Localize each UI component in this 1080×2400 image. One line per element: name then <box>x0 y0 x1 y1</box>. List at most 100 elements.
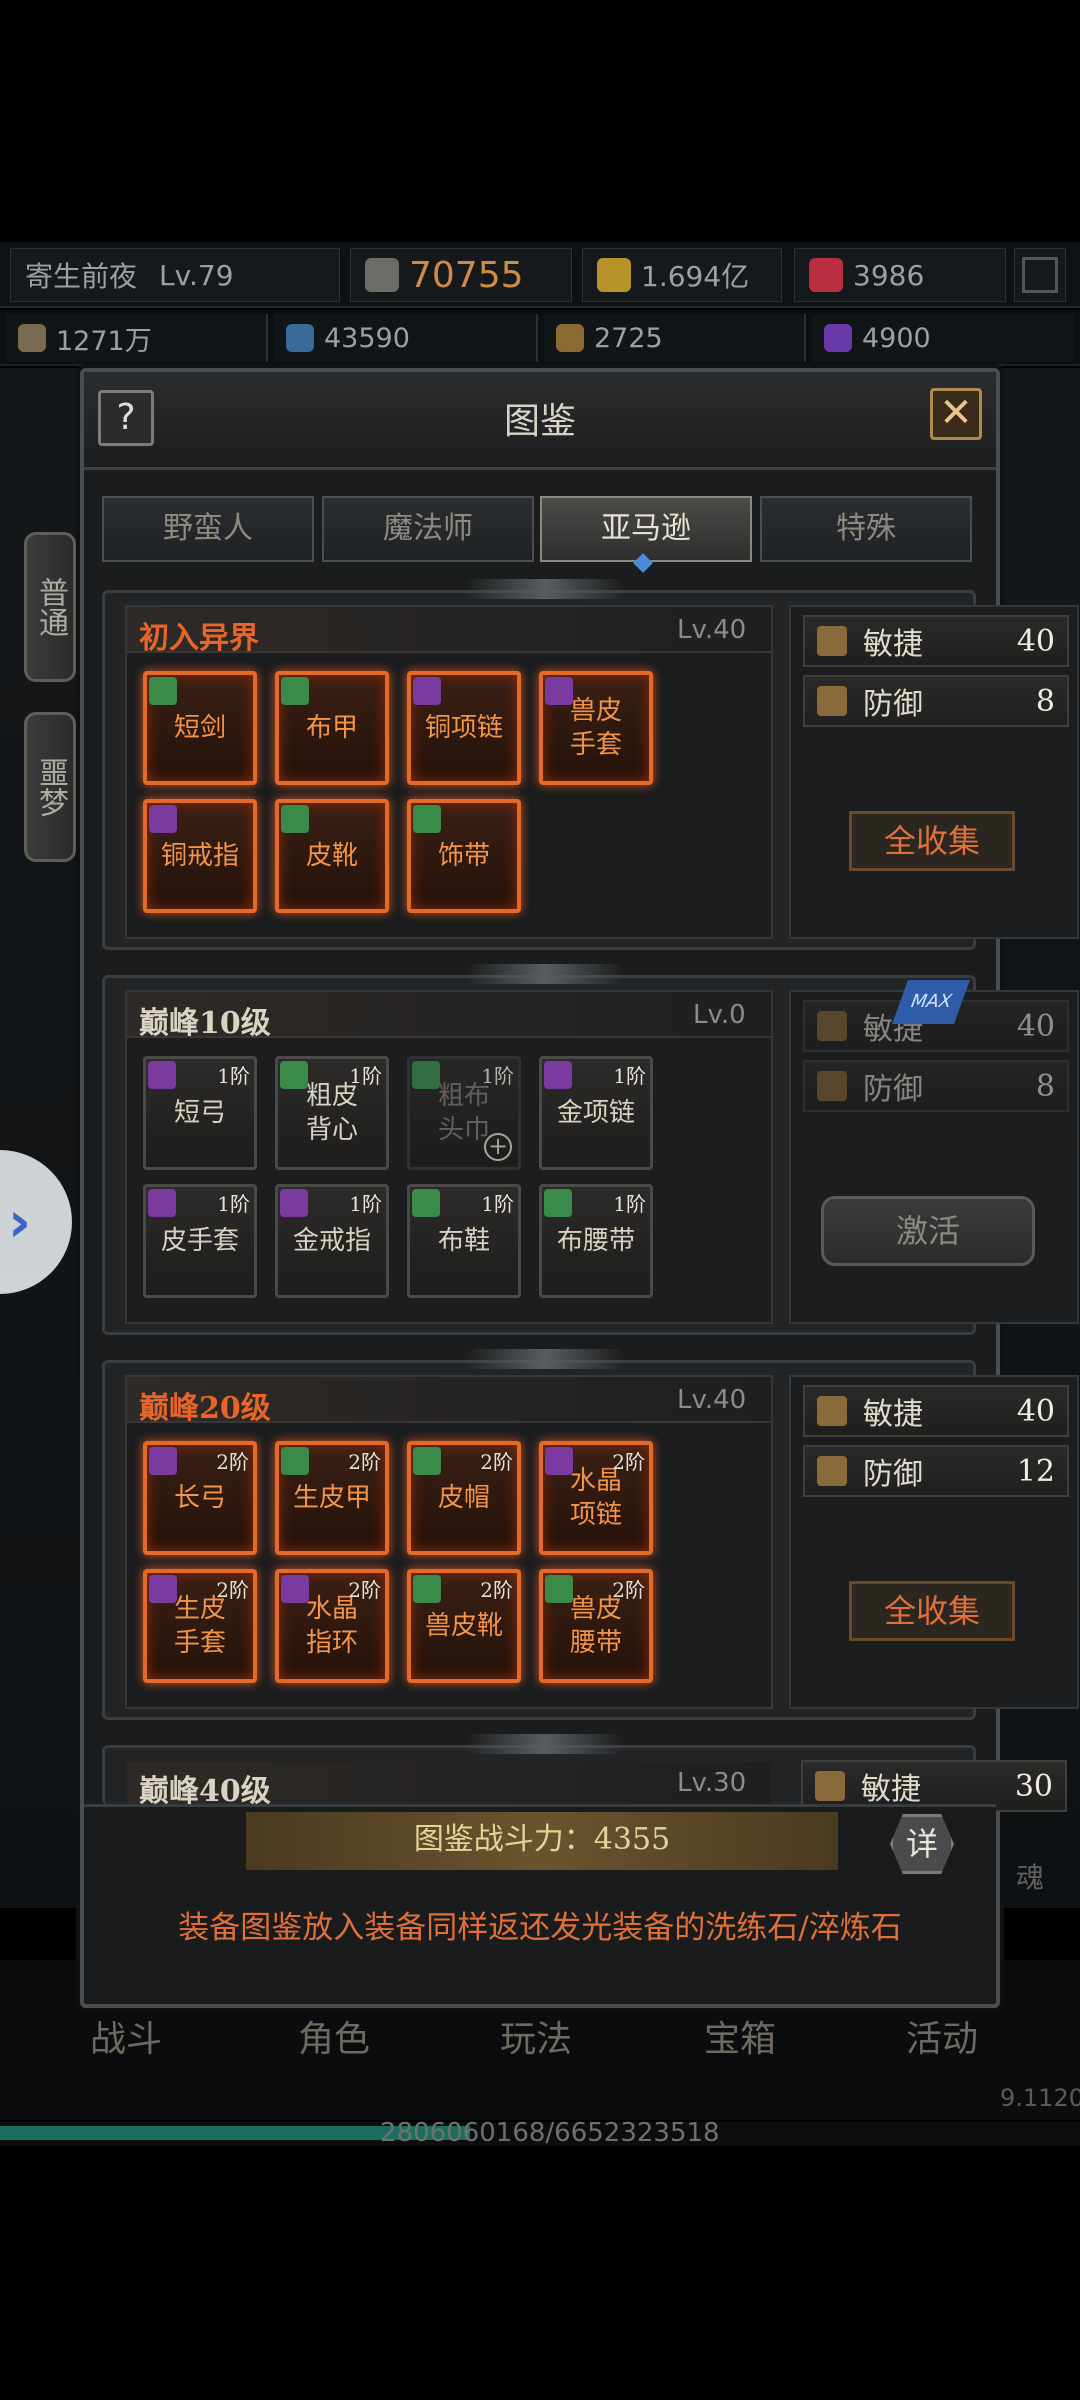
gold-value: 1.694亿 <box>641 260 750 293</box>
combat-power-value: 70755 <box>409 254 524 296</box>
equip-name: 皮帽 <box>437 1483 490 1513</box>
equip-type-icon <box>545 1447 573 1475</box>
equip-slot-empty[interactable]: 1阶 粗布 头巾 + <box>407 1056 521 1170</box>
menu-button[interactable] <box>1014 248 1066 302</box>
section-stats-panel: 敏捷 40 防御 12 全收集 <box>789 1375 1079 1709</box>
equip-slot[interactable]: 1阶 布鞋 <box>407 1184 521 1298</box>
nav-activity[interactable]: 活动 <box>906 2010 978 2062</box>
resource-shield: 1271万 <box>6 314 268 362</box>
equip-slot[interactable]: 布甲 <box>275 671 389 785</box>
resource-value: 43590 <box>324 322 410 354</box>
resource-crystal: 43590 <box>274 314 538 362</box>
fist-icon <box>815 1771 845 1801</box>
equip-name: 兽皮 手套 <box>569 696 622 760</box>
equip-type-icon <box>413 1447 441 1475</box>
equip-slot[interactable]: 铜戒指 <box>143 799 257 913</box>
equip-type-icon <box>544 1061 572 1089</box>
equip-type-icon <box>281 1447 309 1475</box>
nav-chest[interactable]: 宝箱 <box>704 2010 776 2062</box>
shield-icon <box>18 324 46 352</box>
equip-slot[interactable]: 2阶 长弓 <box>143 1441 257 1555</box>
nav-character[interactable]: 角色 <box>298 2010 370 2062</box>
equip-slot[interactable]: 2阶 生皮甲 <box>275 1441 389 1555</box>
add-icon[interactable]: + <box>484 1133 512 1161</box>
equip-tier: 1阶 <box>481 1064 514 1088</box>
detail-button[interactable]: 详 <box>890 1814 954 1874</box>
equip-slot[interactable]: 皮靴 <box>275 799 389 913</box>
codex-section: 巅峰40级 Lv.30 敏捷 30 <box>102 1734 1067 1812</box>
tab-barbarian[interactable]: 野蛮人 <box>102 496 314 562</box>
equip-slot[interactable]: 1阶 布腰带 <box>539 1184 653 1298</box>
equip-slot[interactable]: 兽皮 手套 <box>539 671 653 785</box>
equip-name: 生皮甲 <box>292 1483 371 1513</box>
player-info[interactable]: 寄生前夜 Lv.79 <box>10 248 340 302</box>
equip-type-icon <box>281 1575 309 1603</box>
equip-tier: 1阶 <box>217 1192 250 1216</box>
equip-type-icon <box>412 1189 440 1217</box>
chevron-right-icon: › <box>8 1190 32 1255</box>
player-name: 寄生前夜 <box>25 260 138 293</box>
tab-special[interactable]: 特殊 <box>760 496 972 562</box>
equip-type-icon <box>281 677 309 705</box>
gem-display[interactable]: 3986 <box>794 248 1006 302</box>
equip-name: 金戒指 <box>292 1226 371 1256</box>
exp-progress-text: 2806060168/6652323518 <box>380 2118 720 2148</box>
stat-label: 防御 <box>863 1072 923 1107</box>
equip-type-icon <box>412 1061 440 1089</box>
shield-icon <box>817 1456 847 1486</box>
equip-slot[interactable]: 2阶 水晶 项链 <box>539 1441 653 1555</box>
tab-amazon[interactable]: 亚马逊 <box>540 496 752 562</box>
equip-slot[interactable]: 饰带 <box>407 799 521 913</box>
stat-value: 8 <box>1035 1068 1055 1104</box>
close-button[interactable]: ✕ <box>930 388 982 440</box>
activate-button[interactable]: 激活 <box>821 1196 1035 1266</box>
emblem-icon <box>556 324 584 352</box>
equip-slot[interactable]: 短剑 <box>143 671 257 785</box>
collect-all-button[interactable]: 全收集 <box>849 811 1015 871</box>
equip-slot[interactable]: 2阶 生皮 手套 <box>143 1569 257 1683</box>
equip-tier: 1阶 <box>481 1192 514 1216</box>
stat-label: 敏捷 <box>861 1772 921 1807</box>
equip-name: 皮靴 <box>305 841 358 871</box>
equip-slot[interactable]: 1阶 金项链 <box>539 1056 653 1170</box>
equip-type-icon <box>149 677 177 705</box>
stat-value: 40 <box>1016 1393 1055 1429</box>
equip-type-icon <box>280 1061 308 1089</box>
nav-battle[interactable]: 战斗 <box>90 2010 162 2062</box>
equip-type-icon <box>545 1575 573 1603</box>
collect-all-button[interactable]: 全收集 <box>849 1581 1015 1641</box>
equip-name: 短弓 <box>173 1098 226 1128</box>
equip-type-icon <box>148 1061 176 1089</box>
equip-slot[interactable]: 2阶 水晶 指环 <box>275 1569 389 1683</box>
equip-slot[interactable]: 铜项链 <box>407 671 521 785</box>
nav-play[interactable]: 玩法 <box>500 2010 572 2062</box>
footer-note: 装备图鉴放入装备同样返还发光装备的洗练石/淬炼石 <box>178 1910 902 1946</box>
section-ornament <box>465 579 625 599</box>
equip-slot[interactable]: 2阶 兽皮 腰带 <box>539 1569 653 1683</box>
equip-slot[interactable]: 2阶皮帽 <box>407 1441 521 1555</box>
equip-name: 短剑 <box>173 713 226 743</box>
equip-name: 兽皮靴 <box>424 1611 503 1641</box>
equip-name: 长弓 <box>173 1483 226 1513</box>
tab-mage[interactable]: 魔法师 <box>322 496 534 562</box>
equip-slot[interactable]: 1阶 金戒指 <box>275 1184 389 1298</box>
equip-type-icon <box>281 805 309 833</box>
stat-value: 40 <box>1016 1008 1055 1044</box>
section-level: Lv.40 <box>677 1385 747 1415</box>
equip-slot[interactable]: 1阶 短弓 <box>143 1056 257 1170</box>
fist-icon <box>817 1011 847 1041</box>
equip-slot[interactable]: 1阶 粗皮 背心 <box>275 1056 389 1170</box>
stat-defense: 防御 12 <box>803 1445 1069 1497</box>
equip-tier: 2阶 <box>216 1578 249 1602</box>
resource-value: 4900 <box>862 322 931 354</box>
section-stats-panel: 敏捷 40 防御 8 激活 <box>789 990 1079 1324</box>
help-button[interactable]: ? <box>98 390 154 446</box>
gold-display[interactable]: 1.694亿 <box>582 248 782 302</box>
combat-power: 70755 <box>350 248 572 302</box>
equip-slot[interactable]: 2阶 兽皮靴 <box>407 1569 521 1683</box>
side-tab-normal[interactable]: 普通 <box>24 532 76 682</box>
equip-slot[interactable]: 1阶 皮手套 <box>143 1184 257 1298</box>
shield-icon <box>817 1071 847 1101</box>
side-tab-nightmare[interactable]: 噩梦 <box>24 712 76 862</box>
equip-tier: 2阶 <box>480 1450 513 1474</box>
